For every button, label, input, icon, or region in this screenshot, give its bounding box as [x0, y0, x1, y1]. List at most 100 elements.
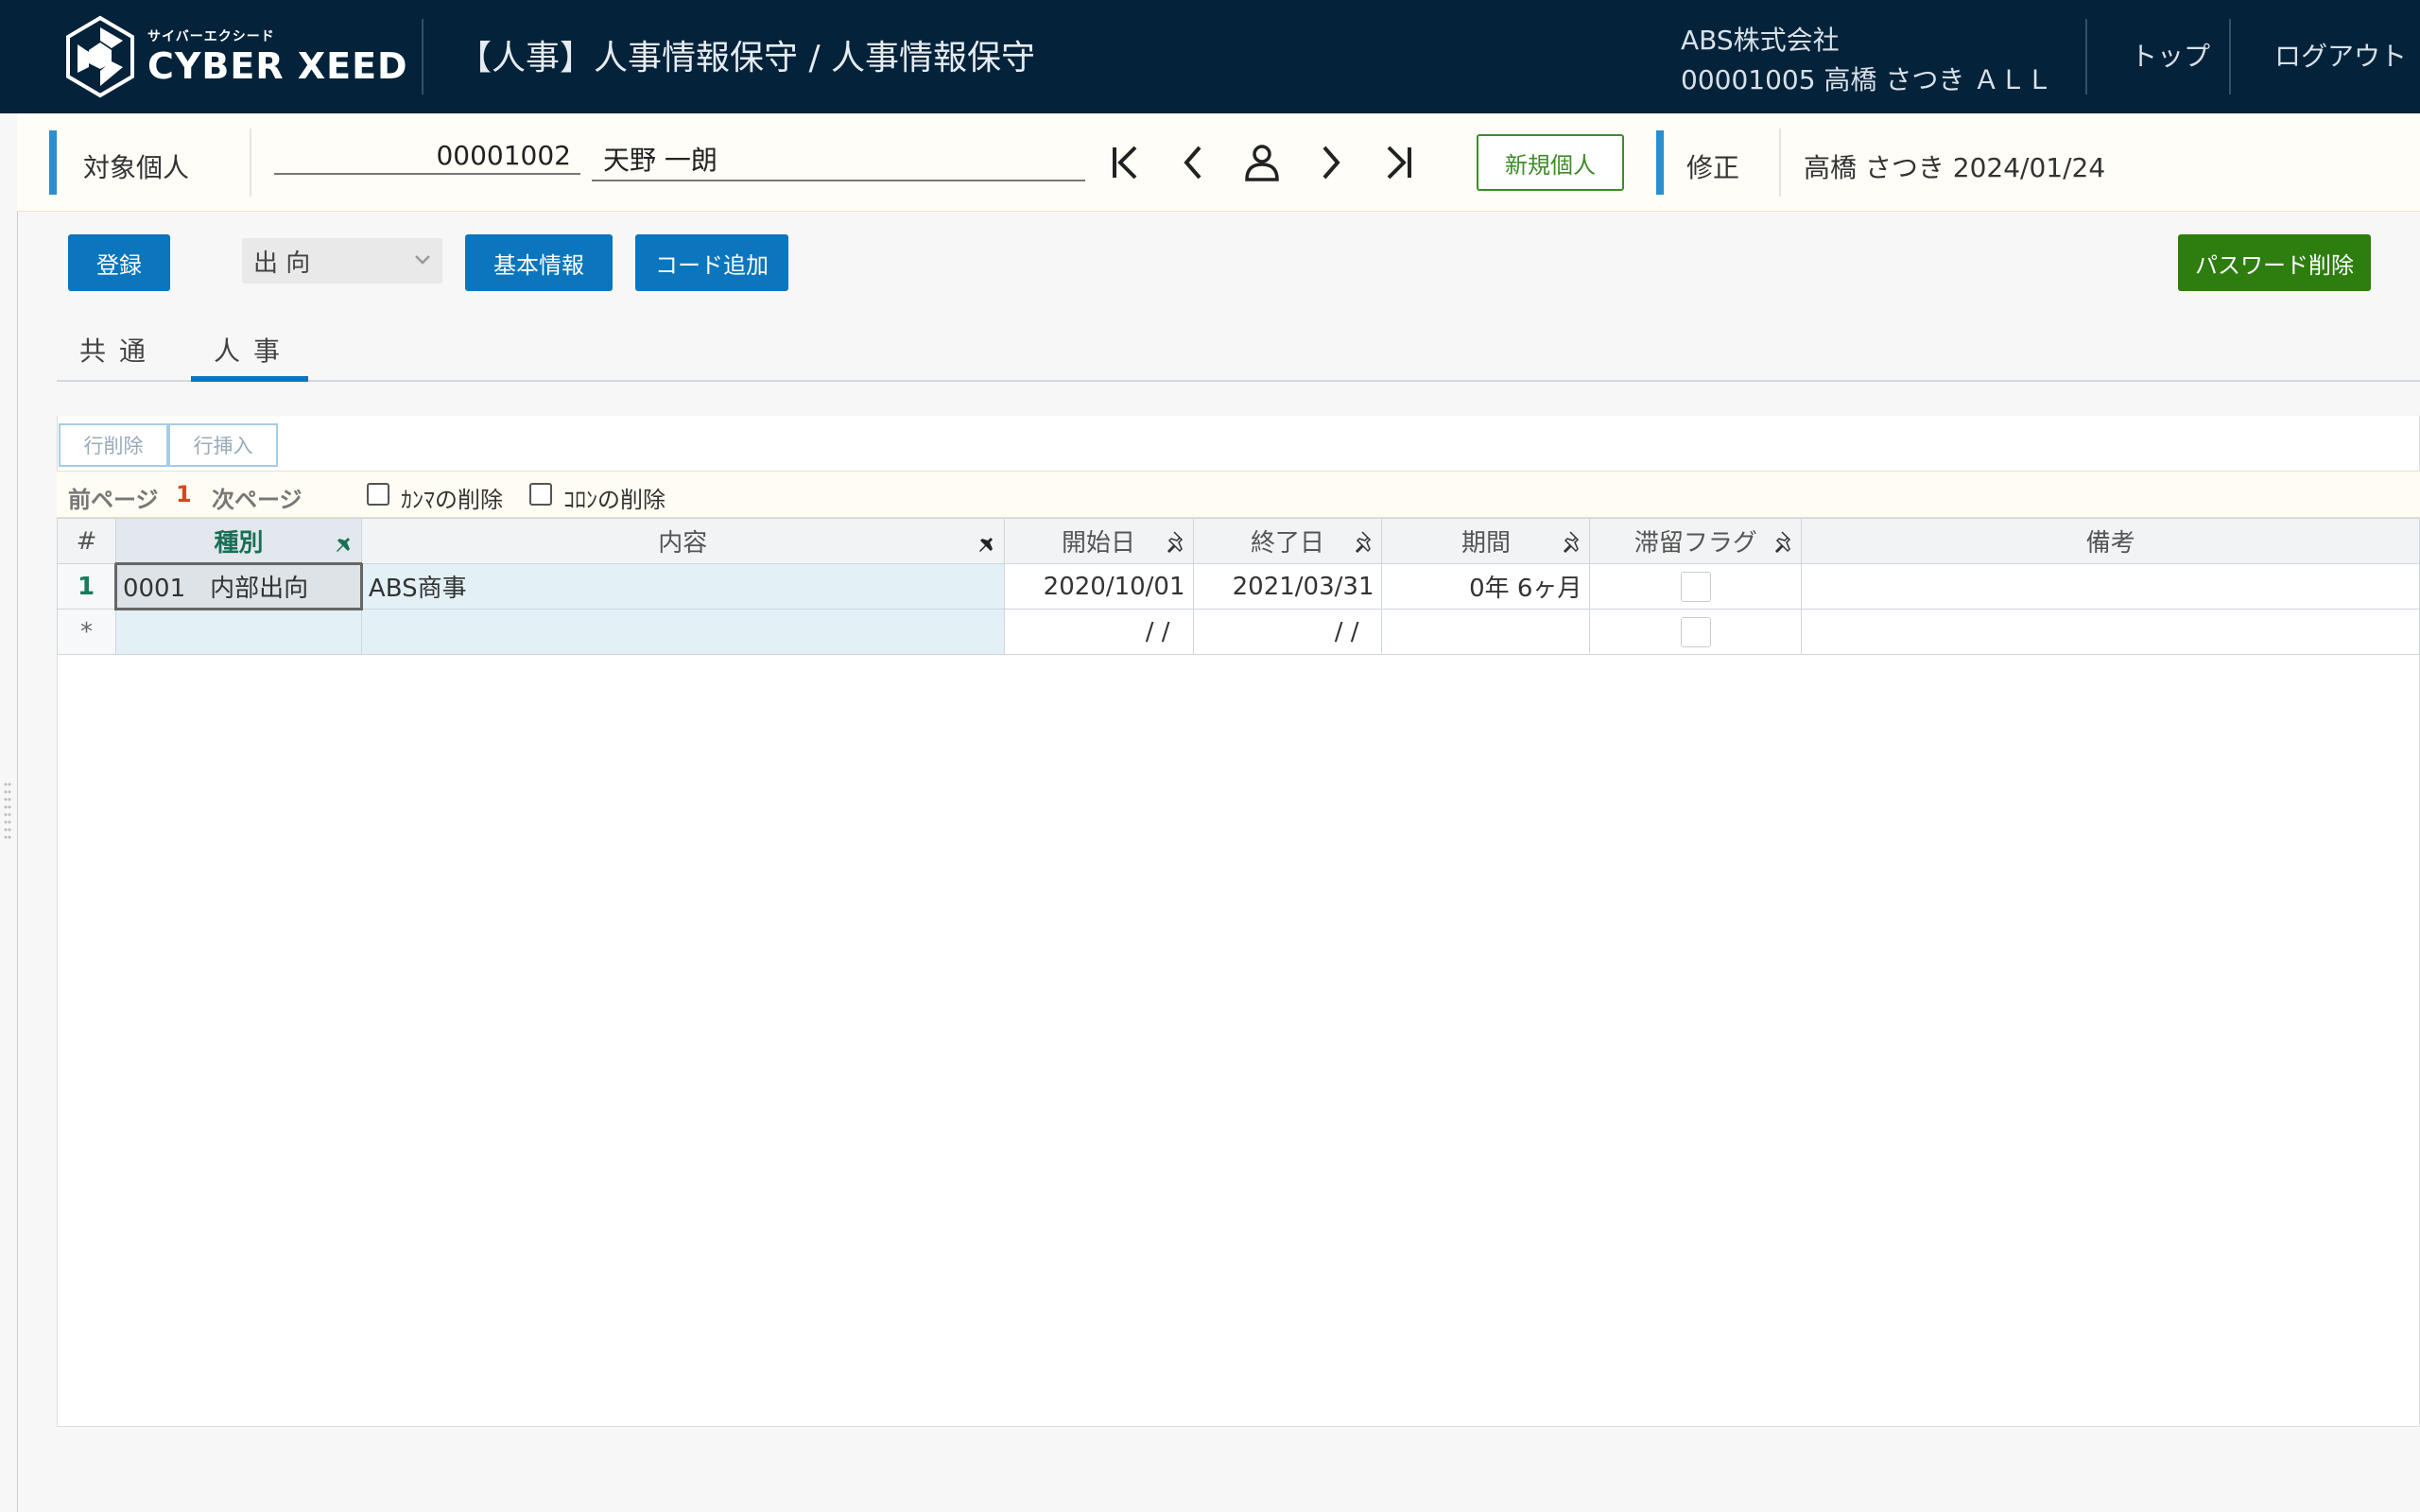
person-name-field[interactable]: 天野 一朗: [592, 140, 1085, 181]
end-date-cell[interactable]: / /: [1192, 609, 1383, 655]
chevron-right-icon: [1322, 146, 1340, 180]
user-name: 00001005 高橋 さつき ＡＬＬ: [1681, 64, 2053, 95]
tab-common[interactable]: 共通: [79, 331, 159, 369]
logo-subtitle: サイバーエクシード: [147, 29, 275, 44]
current-page: 1: [176, 481, 192, 507]
mode-label: 修正: [1686, 152, 1740, 183]
prev-page-link[interactable]: 前ページ: [68, 481, 159, 514]
comma-delete-checkbox[interactable]: [367, 483, 389, 506]
company-name: ABS株式会社: [1681, 25, 1840, 56]
prev-record-button[interactable]: [1172, 138, 1216, 187]
accent-bar: [49, 130, 57, 195]
column-header-remarks[interactable]: 備考: [1801, 518, 2420, 564]
grid-header-row: # 種別 内容 開始日 終了日 期間 滞留フラグ 備考: [57, 518, 2420, 564]
row-number: 1: [57, 563, 116, 610]
period-cell: 0年 6ヶ月: [1381, 563, 1591, 610]
stay-flag-cell[interactable]: [1589, 563, 1803, 610]
column-header-stay-flag[interactable]: 滞留フラグ: [1589, 518, 1803, 564]
category-select[interactable]: 出 向: [242, 238, 442, 284]
pager-bar: 前ページ 1 次ページ ｶﾝﾏの削除 ｺﾛﾝの削除: [57, 471, 2420, 518]
personnel-grid: # 種別 内容 開始日 終了日 期間 滞留フラグ 備考 1 0001 内部出向 …: [57, 518, 2420, 655]
left-border: [17, 212, 18, 1512]
type-cell[interactable]: [114, 609, 362, 655]
person-icon: [1245, 145, 1279, 181]
person-code-field[interactable]: 00001002: [274, 140, 580, 175]
column-header-type[interactable]: 種別: [114, 518, 362, 564]
pin-outline-icon[interactable]: [1774, 530, 1795, 553]
column-header-end-date-label: 終了日: [1250, 529, 1324, 558]
column-header-content[interactable]: 内容: [360, 518, 1005, 564]
new-row-marker: *: [57, 609, 116, 655]
accent-bar: [1656, 130, 1664, 195]
add-code-button[interactable]: コード追加: [635, 234, 788, 291]
column-header-stay-flag-label: 滞留フラグ: [1634, 529, 1757, 558]
logo-title: CYBER XEED: [147, 45, 408, 87]
chevron-left-icon: [1184, 146, 1201, 180]
type-cell[interactable]: 0001 内部出向: [113, 562, 363, 610]
last-modified-info: 高橋 さつき 2024/01/24: [1804, 152, 2106, 183]
logo-mark-icon: [66, 15, 134, 98]
start-date-cell[interactable]: / /: [1003, 609, 1194, 655]
chevron-down-icon: [415, 255, 430, 265]
next-page-link[interactable]: 次ページ: [212, 481, 302, 514]
target-person-bar: 対象個人 00001002 天野 一朗 新規個人 修正 高橋 さつき 2024/…: [17, 113, 2420, 212]
remarks-cell[interactable]: [1801, 563, 2420, 610]
colon-delete-label: ｺﾛﾝの削除: [563, 487, 666, 513]
pin-filled-icon[interactable]: [977, 530, 998, 553]
category-select-value: 出 向: [253, 249, 311, 278]
register-button[interactable]: 登録: [68, 234, 170, 291]
content-cell[interactable]: [360, 609, 1005, 655]
last-record-button[interactable]: [1376, 138, 1420, 187]
stay-flag-checkbox[interactable]: [1680, 571, 1711, 602]
first-record-button[interactable]: [1104, 138, 1148, 187]
stay-flag-checkbox[interactable]: [1680, 616, 1711, 647]
column-header-content-label: 内容: [658, 529, 708, 558]
top-link[interactable]: トップ: [2131, 36, 2210, 74]
divider: [250, 129, 251, 197]
resize-handle-icon[interactable]: [4, 781, 11, 843]
period-cell: [1381, 609, 1591, 655]
logout-link[interactable]: ログアウト: [2274, 36, 2407, 74]
header-divider: [422, 19, 424, 94]
insert-row-button[interactable]: 行挿入: [168, 423, 278, 467]
table-row-new[interactable]: * / / / /: [57, 609, 2420, 655]
page-title: 【人事】人事情報保守 / 人事情報保守: [458, 39, 1036, 77]
column-header-no: #: [57, 518, 116, 564]
header-divider: [2085, 19, 2087, 94]
column-header-start-date[interactable]: 開始日: [1003, 518, 1194, 564]
start-date-cell[interactable]: 2020/10/01: [1003, 563, 1194, 610]
target-person-label: 対象個人: [83, 152, 190, 183]
header-divider: [2229, 19, 2231, 94]
tab-personnel[interactable]: 人事: [214, 331, 293, 369]
delete-row-button[interactable]: 行削除: [59, 423, 168, 467]
table-row[interactable]: 1 0001 内部出向 ABS商事 2020/10/01 2021/03/31 …: [57, 562, 2420, 610]
pin-outline-icon[interactable]: [1355, 530, 1375, 553]
basic-info-button[interactable]: 基本情報: [465, 234, 613, 291]
column-header-period-label: 期間: [1461, 529, 1511, 558]
active-tab-indicator: [191, 376, 308, 382]
delete-password-button[interactable]: パスワード削除: [2178, 234, 2371, 291]
content-cell[interactable]: ABS商事: [360, 563, 1005, 610]
user-info: ABS株式会社 00001005 高橋 さつき ＡＬＬ: [1681, 21, 2052, 100]
end-date-cell[interactable]: 2021/03/31: [1192, 563, 1383, 610]
new-person-button[interactable]: 新規個人: [1477, 134, 1624, 191]
pin-filled-icon[interactable]: [335, 530, 355, 553]
column-header-type-label: 種別: [214, 528, 264, 558]
column-header-period[interactable]: 期間: [1381, 518, 1591, 564]
next-record-button[interactable]: [1308, 138, 1352, 187]
pin-outline-icon[interactable]: [1167, 530, 1187, 553]
column-header-end-date[interactable]: 終了日: [1192, 518, 1383, 564]
person-select-button[interactable]: [1240, 138, 1284, 187]
first-icon: [1113, 146, 1137, 180]
remarks-cell[interactable]: [1801, 609, 2420, 655]
app-header: サイバーエクシード CYBER XEED 【人事】人事情報保守 / 人事情報保守…: [0, 0, 2420, 113]
colon-delete-checkbox[interactable]: [529, 483, 552, 506]
comma-delete-label: ｶﾝﾏの削除: [401, 487, 503, 513]
stay-flag-cell[interactable]: [1589, 609, 1803, 655]
last-icon: [1387, 146, 1411, 180]
cyberxeed-logo[interactable]: サイバーエクシード CYBER XEED: [62, 13, 408, 100]
column-header-start-date-label: 開始日: [1062, 529, 1136, 558]
pin-outline-icon[interactable]: [1563, 530, 1583, 553]
tab-divider: [57, 380, 2420, 382]
divider: [1779, 129, 1781, 197]
